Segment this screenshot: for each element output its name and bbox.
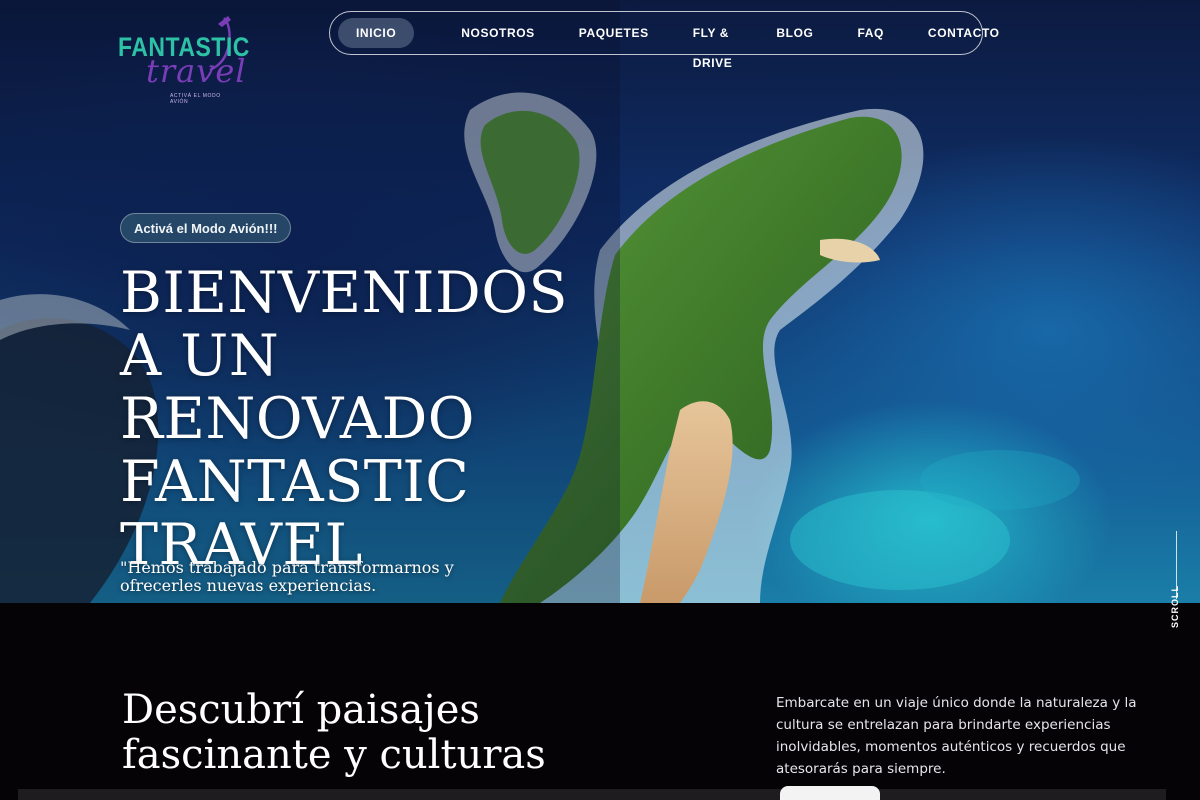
nav-item-nosotros[interactable]: NOSOTROS xyxy=(461,18,534,48)
scroll-indicator-label[interactable]: SCROLL xyxy=(1170,578,1180,628)
nav-item-blog[interactable]: BLOG xyxy=(776,18,813,48)
brand-logo[interactable]: FANTASTIC travel ACTIVÁ EL MODO AVIÓN xyxy=(116,14,249,106)
bottom-strip xyxy=(18,789,1166,800)
nav-item-faq[interactable]: FAQ xyxy=(857,18,883,48)
logo-travel-text: travel xyxy=(146,52,247,90)
nav-item-paquetes[interactable]: PAQUETES xyxy=(579,18,649,48)
nav-item-fly-drive[interactable]: FLY & DRIVE xyxy=(693,18,733,70)
hero-title: BIENVENIDOS A UN RENOVADO FANTASTIC TRAV… xyxy=(120,260,569,578)
nav-item-contacto[interactable]: CONTACTO xyxy=(928,18,1000,48)
cta-button-peek[interactable] xyxy=(780,786,880,800)
hero-badge: Activá el Modo Avión!!! xyxy=(120,213,292,243)
hero-quote: "Hemos trabajado para transformarnos y o… xyxy=(120,558,454,595)
logo-tagline: ACTIVÁ EL MODO AVIÓN xyxy=(170,93,221,105)
section-description: Embarcate en un viaje único donde la nat… xyxy=(776,695,1137,777)
main-navigation: INICIO NOSOTROS PAQUETES FLY & DRIVE BLO… xyxy=(329,11,999,70)
section-title: Descubrí paisajes fascinante y culturas xyxy=(122,687,546,778)
nav-item-inicio[interactable]: INICIO xyxy=(338,18,415,48)
